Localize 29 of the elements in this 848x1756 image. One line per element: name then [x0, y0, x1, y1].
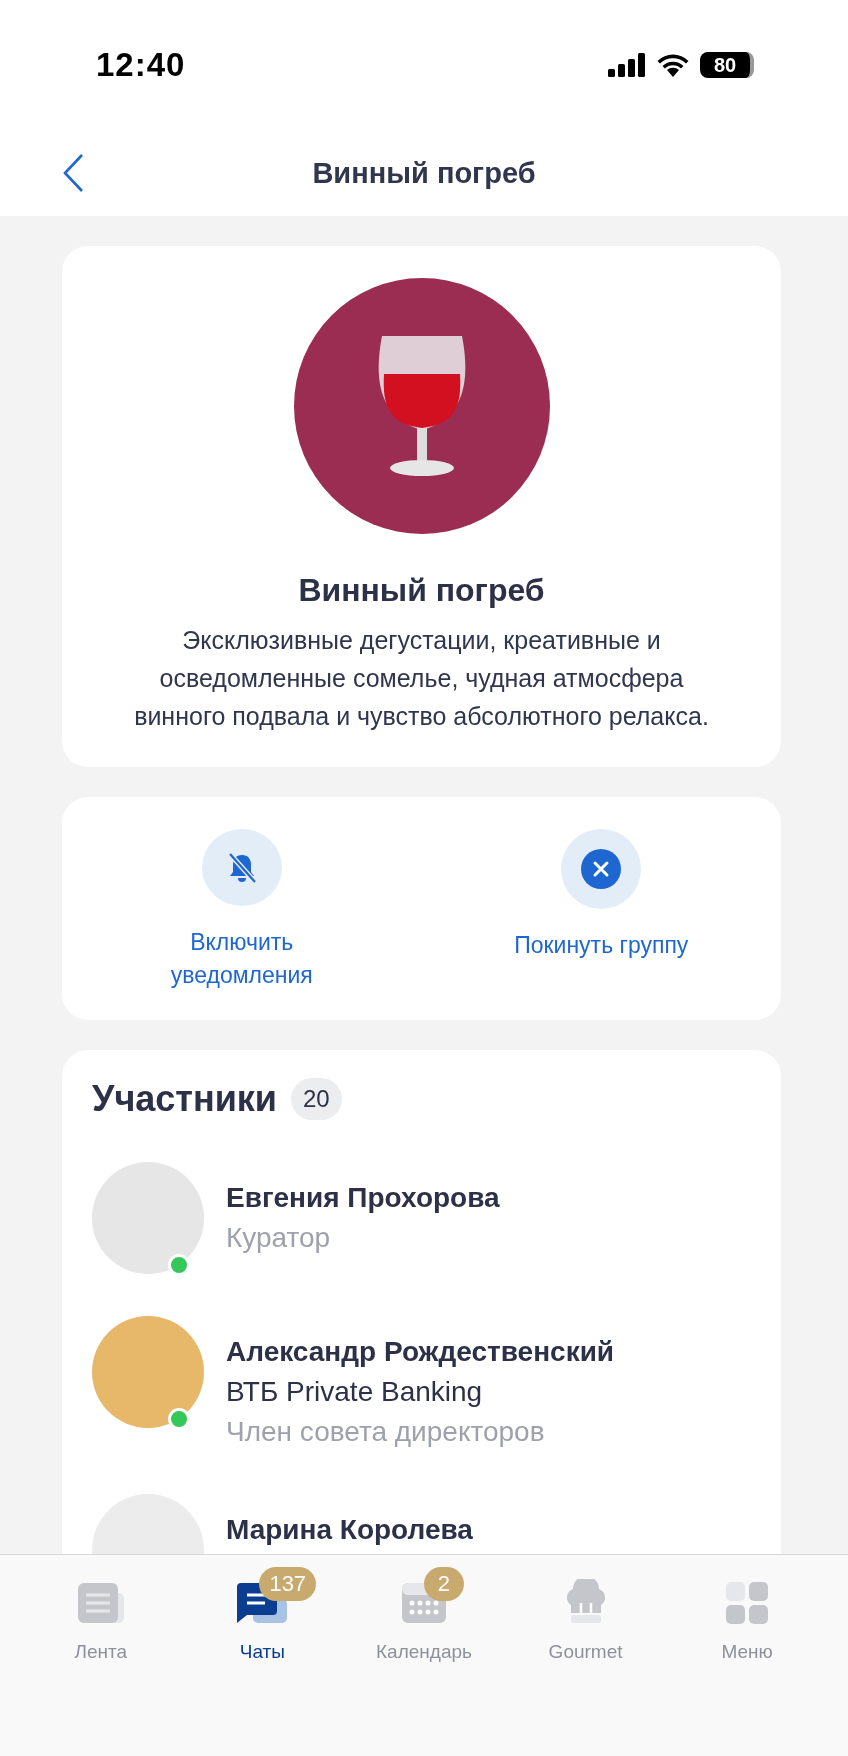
- unread-badge: 137: [259, 1567, 317, 1601]
- tab[interactable]: Меню: [677, 1563, 818, 1671]
- unread-badge: 2: [424, 1567, 464, 1601]
- tab[interactable]: Лента: [30, 1563, 171, 1671]
- wine-glass-icon: [293, 278, 550, 534]
- member-name: Александр Рождественский: [226, 1335, 615, 1369]
- group-name: Винный погреб: [298, 572, 545, 609]
- member-company: ВТБ Private Banking: [226, 1375, 484, 1409]
- back-icon[interactable]: [62, 153, 84, 193]
- status-time: 12:40: [96, 46, 186, 84]
- battery-indicator: 80: [700, 52, 754, 78]
- action-button[interactable]: Включить уведомления: [62, 829, 422, 992]
- member-name: Марина Королева: [226, 1513, 473, 1547]
- close-icon: [581, 849, 622, 889]
- members-title: Участники: [92, 1078, 277, 1120]
- group-description: Эксклюзивные дегустации, креативные и осведомленные сомелье, чудная атмосфера винного подвала и чувство абсолютного релакса.: [134, 625, 709, 732]
- wifi-icon: [656, 53, 690, 77]
- header-title: Винный погреб: [312, 156, 536, 190]
- signal-icon: [608, 53, 646, 77]
- tab[interactable]: 2 Календарь: [354, 1563, 494, 1671]
- grid-icon: [725, 1581, 770, 1625]
- member-name: Евгения Прохорова: [226, 1181, 500, 1215]
- document-icon: [75, 1581, 126, 1625]
- action-button[interactable]: Покинуть группу: [421, 829, 781, 992]
- member-role: Куратор: [226, 1221, 332, 1255]
- tab[interactable]: 137 Чаты: [192, 1563, 333, 1671]
- members-count: 20: [291, 1078, 342, 1120]
- tab[interactable]: Gourmet: [515, 1563, 656, 1671]
- member-role: Член совета директоров: [226, 1415, 546, 1449]
